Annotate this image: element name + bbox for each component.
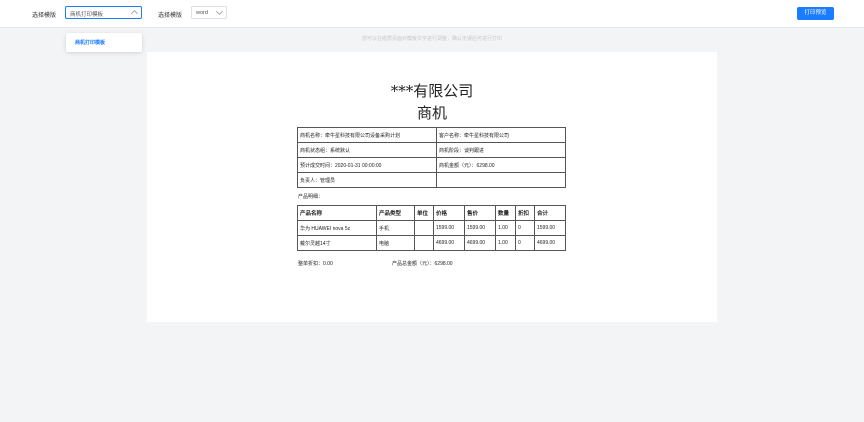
info-table: 商机名称：牵牛星科技有限公司设备采购计划 客户名称：牵牛星科技有限公司 商机状态… — [297, 127, 566, 188]
template-select-value: 商机打印模板 — [70, 12, 104, 18]
table-cell[interactable]: 0 — [515, 235, 535, 251]
table-cell[interactable]: 负责人：管理员 — [297, 172, 437, 188]
table-cell[interactable]: 1599.00 — [433, 220, 465, 236]
table-cell[interactable]: 商机金额（元）：6298.00 — [436, 157, 566, 173]
table-cell[interactable]: 商机阶段：谈判跟进 — [436, 142, 566, 158]
table-row: 预计成交时间：2020-01-31 00:00:00 商机金额（元）：6298.… — [297, 157, 566, 173]
template-select[interactable]: 商机打印模板 — [65, 6, 142, 19]
table-cell[interactable]: 商机名称：牵牛星科技有限公司设备采购计划 — [297, 127, 437, 143]
format-label: 选择模版 — [158, 13, 183, 19]
table-cell[interactable]: 商机状态组：系统默认 — [297, 142, 437, 158]
table-row: 负责人：管理员 — [297, 172, 566, 188]
table-cell[interactable]: 电脑 — [376, 235, 415, 251]
table-cell[interactable]: 1.00 — [495, 220, 516, 236]
table-cell[interactable] — [436, 172, 566, 188]
table-header-cell[interactable]: 合计 — [534, 205, 566, 221]
table-cell[interactable]: 1.00 — [495, 235, 516, 251]
format-select-value: word — [196, 10, 208, 16]
table-row: 商机状态组：系统默认 商机阶段：谈判跟进 — [297, 142, 566, 158]
table-cell[interactable] — [414, 235, 434, 251]
document-paper: ***有限公司 商机 商机名称：牵牛星科技有限公司设备采购计划 客户名称：牵牛星… — [147, 52, 717, 322]
table-cell[interactable] — [414, 220, 434, 236]
table-cell[interactable]: 4699.00 — [433, 235, 465, 251]
table-header-row: 产品名称 产品类型 单位 价格 售价 数量 折扣 合计 — [297, 205, 566, 221]
chevron-down-icon — [215, 7, 224, 16]
table-cell[interactable]: 4699.00 — [464, 235, 496, 251]
document-title[interactable]: 商机 — [147, 102, 717, 123]
chevron-up-icon — [130, 9, 139, 18]
company-title[interactable]: ***有限公司 — [147, 80, 717, 101]
discount-text[interactable]: 整单折扣：0.00 — [298, 260, 333, 267]
table-row: 商机名称：牵牛星科技有限公司设备采购计划 客户名称：牵牛星科技有限公司 — [297, 127, 566, 143]
dropdown-item[interactable]: 商机打印模板 — [66, 36, 142, 49]
products-table: 产品名称 产品类型 单位 价格 售价 数量 折扣 合计 华为 HUAWEI no… — [297, 205, 566, 251]
table-cell[interactable]: 4699.00 — [534, 235, 566, 251]
template-label: 选择模版 — [32, 13, 57, 19]
format-select[interactable]: word — [191, 6, 227, 19]
table-cell[interactable]: 1599.00 — [534, 220, 566, 236]
table-header-cell[interactable]: 单位 — [414, 205, 434, 221]
table-cell[interactable]: 客户名称：牵牛星科技有限公司 — [436, 127, 566, 143]
table-cell[interactable]: 1599.00 — [464, 220, 496, 236]
products-label[interactable]: 产品明细： — [298, 193, 323, 200]
table-cell[interactable]: 手机 — [376, 220, 415, 236]
total-amount-text[interactable]: 产品总金额（元）：6298.00 — [392, 260, 453, 267]
table-header-cell[interactable]: 价格 — [433, 205, 465, 221]
table-cell[interactable]: 预计成交时间：2020-01-31 00:00:00 — [297, 157, 437, 173]
toolbar: 选择模版 商机打印模板 选择模版 word 打印预览 — [0, 0, 864, 28]
template-dropdown: 商机打印模板 — [66, 33, 142, 52]
table-row: 戴尔灵越14寸 电脑 4699.00 4699.00 1.00 0 4699.0… — [297, 235, 566, 251]
table-header-cell[interactable]: 折扣 — [515, 205, 535, 221]
table-header-cell[interactable]: 产品类型 — [376, 205, 415, 221]
table-cell[interactable]: 0 — [515, 220, 535, 236]
table-cell[interactable]: 华为 HUAWEI nova 5z — [297, 220, 377, 236]
table-row: 华为 HUAWEI nova 5z 手机 1599.00 1599.00 1.0… — [297, 220, 566, 236]
table-header-cell[interactable]: 数量 — [495, 205, 516, 221]
table-header-cell[interactable]: 产品名称 — [297, 205, 377, 221]
print-preview-button[interactable]: 打印预览 — [797, 7, 834, 20]
table-cell[interactable]: 戴尔灵越14寸 — [297, 235, 377, 251]
table-header-cell[interactable]: 售价 — [464, 205, 496, 221]
